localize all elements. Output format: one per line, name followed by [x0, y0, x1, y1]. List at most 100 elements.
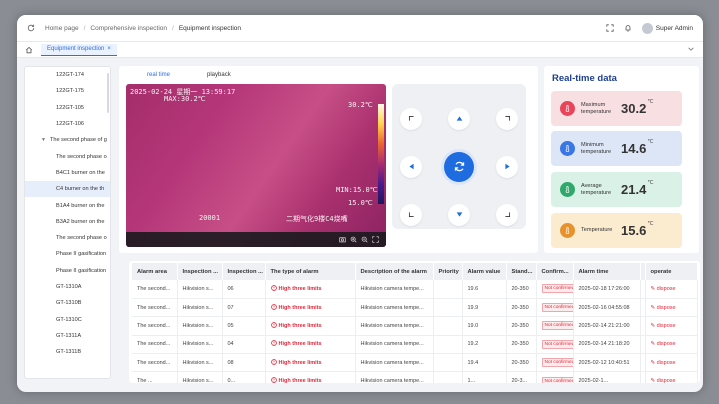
refresh-icon[interactable]: [27, 24, 35, 32]
ptz-reset-button[interactable]: [444, 152, 474, 182]
table-row[interactable]: The second... Hikvision s... 08 High three …: [132, 353, 698, 373]
tree-item[interactable]: Phase II gasification: [25, 263, 110, 279]
tree-item[interactable]: GT-1310B: [25, 295, 110, 311]
dispose-link[interactable]: ✎ dispose: [651, 323, 676, 329]
thermal-video[interactable]: 2025-02-24 星期一 13:59:17 MAX:30.2℃ 30.2℃ …: [126, 84, 386, 247]
breadcrumb-current: Equipment inspection: [178, 24, 241, 32]
table-cell: The second...: [132, 335, 178, 355]
tree-item[interactable]: 122GT-174: [25, 67, 110, 83]
tab-equipment-inspection[interactable]: Equipment inspection ×: [41, 43, 117, 56]
alarm-icon: [270, 303, 277, 312]
table-cell: 20-350: [506, 298, 537, 318]
tree-item[interactable]: The second phase o: [25, 148, 110, 164]
table-cell: 2025-02-14 21:18:20: [573, 335, 641, 355]
table-cell: The second...: [132, 280, 178, 299]
tree-scrollbar[interactable]: [107, 73, 109, 113]
alarm-type-text: High three limits: [278, 322, 322, 329]
fullscreen-icon[interactable]: [606, 24, 614, 32]
stat-unit: ℃: [647, 221, 654, 227]
breadcrumb-home[interactable]: Home page: [45, 25, 79, 32]
tree-item[interactable]: Phase II gasification: [25, 246, 110, 262]
table-row[interactable]: The second... Hikvision s... 04 High three …: [132, 335, 698, 355]
dispose-link[interactable]: ✎ dispose: [651, 378, 676, 383]
tree-group[interactable]: ▼ The second phase of g: [25, 132, 110, 148]
dispose-link[interactable]: ✎ dispose: [651, 305, 676, 311]
tree-item[interactable]: GT-1310A: [25, 279, 110, 295]
pan-right-button[interactable]: [496, 156, 518, 178]
screenshot-icon[interactable]: [339, 236, 346, 243]
pan-up-right-button[interactable]: [496, 108, 518, 130]
table-cell: 20-350: [506, 316, 537, 336]
stat-card: Minimum temperature 14.6 ℃: [551, 131, 682, 166]
tree-item[interactable]: B4C1 burner on the: [25, 165, 110, 181]
video-scale-high: 30.2℃: [348, 101, 373, 109]
tree-item[interactable]: B1A4 burner on the: [25, 197, 110, 213]
table-cell: Hikvision s...: [177, 371, 223, 383]
tab-playback[interactable]: playback: [207, 72, 231, 78]
table-header-cell: Alarm time: [573, 263, 641, 280]
tree-item[interactable]: 122GT-175: [25, 83, 110, 99]
zoom-in-icon[interactable]: [350, 236, 357, 243]
tree-item[interactable]: 122GT-105: [25, 100, 110, 116]
pan-up-button[interactable]: [448, 108, 470, 130]
thermometer-icon: [560, 141, 575, 156]
expand-icon[interactable]: [372, 236, 379, 243]
triangle-right-icon: [504, 163, 511, 172]
table-cell: 04: [222, 335, 266, 355]
tree-item[interactable]: 122GT-106: [25, 116, 110, 132]
alarm-table-panel: Alarm area Inspection ... Inspection ... Th…: [129, 261, 700, 383]
alarm-icon: [270, 340, 277, 348]
page-tabs-bar: Equipment inspection ×: [17, 42, 703, 58]
dispose-link[interactable]: ✎ dispose: [651, 360, 676, 366]
status-badge: Not confirmed: [541, 284, 572, 294]
table-cell: 2025-02-18 17:26:00: [573, 280, 641, 299]
tree-item[interactable]: GT-1311A: [25, 328, 110, 344]
pan-down-left-button[interactable]: [400, 204, 422, 226]
chevron-down-icon[interactable]: [687, 45, 695, 53]
confirm-status-cell: Not confirmed: [536, 371, 574, 383]
breadcrumb: Home page / Comprehensive inspection / E…: [45, 25, 241, 32]
video-panel: real time playback 2025-02-24 星期一 13:59:…: [119, 66, 538, 253]
pan-down-button[interactable]: [448, 204, 470, 226]
tree-item[interactable]: GT-1311B: [25, 344, 110, 360]
pan-left-button[interactable]: [400, 156, 422, 178]
dispose-link[interactable]: ✎ dispose: [651, 286, 676, 292]
tree-item-selected[interactable]: C4 burner on the th: [25, 181, 110, 198]
zoom-out-icon[interactable]: [361, 236, 368, 243]
operate-cell: ✎ dispose: [645, 280, 698, 299]
confirm-status-cell: Not confirmed: [536, 316, 574, 336]
user-menu[interactable]: Super Admin: [641, 22, 693, 34]
stat-value: 21.4: [621, 182, 647, 197]
table-row[interactable]: The ... Hikvision s... 0... High three limi…: [132, 371, 698, 383]
home-icon[interactable]: [25, 46, 33, 54]
pan-down-right-button[interactable]: [496, 204, 518, 226]
table-cell: The second...: [132, 298, 178, 318]
status-badge: Not confirmed: [541, 358, 572, 368]
table-cell: Hikvision camera tempe...: [355, 353, 434, 373]
corner-up-right-icon: [504, 115, 511, 124]
close-icon[interactable]: ×: [107, 46, 111, 52]
dispose-link[interactable]: ✎ dispose: [651, 341, 676, 347]
stat-unit: ℃: [647, 139, 654, 145]
alarm-type-cell: High three limits: [265, 280, 356, 299]
tree-item[interactable]: B3A2 burner on the: [25, 214, 110, 230]
tree-item[interactable]: GT-1310C: [25, 311, 110, 327]
table-row[interactable]: The second... Hikvision s... 07 High three …: [132, 298, 698, 318]
tree-item[interactable]: The second phase o: [25, 230, 110, 246]
alarm-icon: [270, 377, 277, 383]
alarm-type-cell: High three limits: [265, 335, 356, 355]
breadcrumb-comprehensive[interactable]: Comprehensive inspection: [90, 25, 167, 32]
table-row[interactable]: The second... Hikvision s... 06 High three …: [132, 280, 698, 299]
corner-down-right-icon: [504, 211, 511, 220]
table-cell: 19.9: [462, 298, 507, 318]
table-cell: 2025-02-12 10:40:51: [573, 353, 641, 373]
table-header-cell: Description of the alarm: [355, 263, 434, 280]
alarm-type-text: High three limits: [278, 341, 322, 348]
caret-down-icon[interactable]: ▼: [41, 137, 46, 143]
pan-up-left-button[interactable]: [400, 108, 422, 130]
tab-real-time[interactable]: real time: [147, 72, 170, 78]
table-cell: Hikvision camera tempe...: [355, 280, 434, 299]
stat-value: 30.2: [621, 101, 647, 116]
table-row[interactable]: The second... Hikvision s... 05 High three …: [132, 316, 698, 336]
bell-icon[interactable]: [624, 24, 632, 32]
